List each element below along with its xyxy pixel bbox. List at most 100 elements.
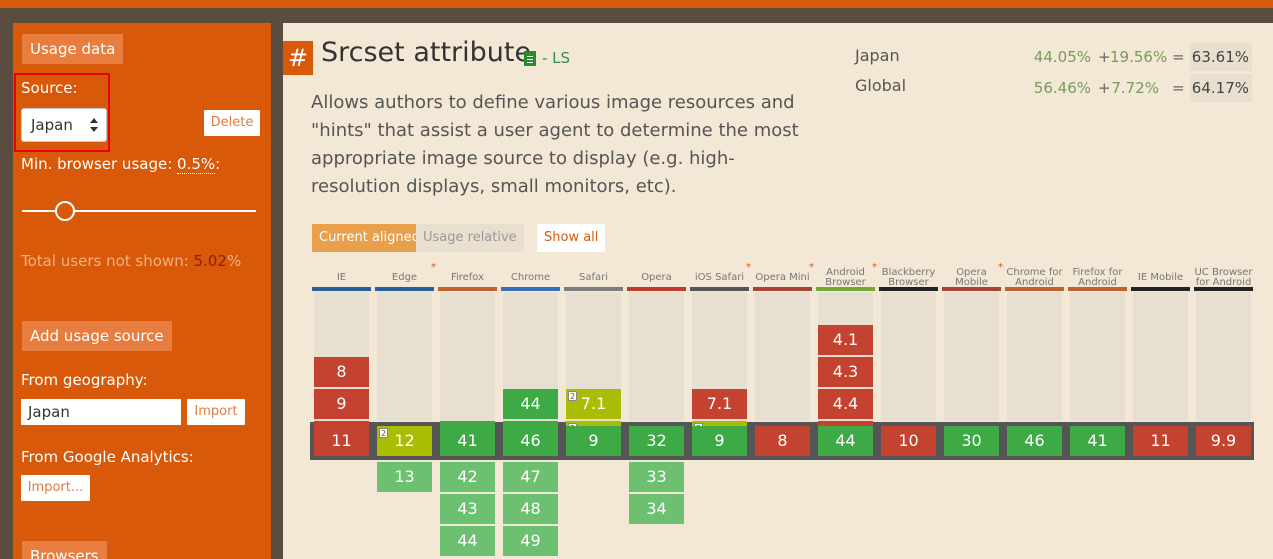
past-version-cell[interactable]: 44 (503, 389, 558, 419)
current-version-cell-label: 11 (331, 431, 352, 450)
import-analytics-button[interactable]: Import... (21, 475, 90, 501)
stat-full-japan: 44.05% (1033, 48, 1091, 66)
usage-sidebar: Usage data Source: Japan Delete Min. bro… (13, 23, 271, 559)
browser-name: Firefox (450, 272, 485, 283)
show-all-button[interactable]: Show all (537, 224, 606, 252)
min-usage-text: Min. browser usage: (21, 155, 173, 173)
geography-input[interactable]: Japan (21, 399, 181, 425)
min-usage-suffix: : (215, 155, 221, 173)
add-usage-source-heading: Add usage source (22, 321, 172, 351)
past-version-cell[interactable]: 9 (314, 389, 369, 419)
future-version-cell[interactable]: 13 (377, 462, 432, 492)
current-version-cell-label: 46 (520, 431, 541, 450)
past-versions-column (440, 292, 495, 421)
feature-description: Allows authors to define various image r… (311, 92, 799, 197)
browser-name: Chrome (510, 272, 551, 283)
stat-partial-global: 7.72% (1111, 79, 1159, 97)
not-shown-value: 5.02% (194, 252, 242, 270)
browser-name: Opera Mini (755, 272, 810, 283)
current-version-cell[interactable]: 9.9 (1196, 426, 1251, 456)
current-version-cell[interactable]: 41 (440, 426, 495, 456)
browser-note-star: * (998, 262, 1003, 273)
current-aligned-button[interactable]: Current aligned (312, 224, 427, 252)
feature-panel: # Srcset attribute - LS Allows authors t… (283, 23, 1273, 559)
usage-slider-handle[interactable] (55, 201, 75, 221)
past-versions-column (1196, 292, 1251, 421)
future-version-cell[interactable]: 44 (440, 526, 495, 556)
current-version-cell[interactable]: 44 (818, 426, 873, 456)
current-version-cell[interactable]: 32 (629, 426, 684, 456)
future-version-cell-label: 49 (520, 531, 541, 550)
current-version-cell[interactable]: 12 2 (377, 426, 432, 456)
browser-color-bar (312, 287, 371, 291)
current-version-cell-label: 11 (1150, 431, 1171, 450)
past-versions-column (1007, 292, 1062, 421)
users-not-shown: Total users not shown: 5.02% (21, 252, 241, 270)
browser-name: Safari (578, 272, 608, 283)
stat-total-japan: 63.61% (1190, 43, 1252, 71)
future-version-cell[interactable]: 49 (503, 526, 558, 556)
current-version-cell[interactable]: 8 (755, 426, 810, 456)
past-version-cell[interactable]: 8 (314, 357, 369, 387)
future-version-cell-label: 42 (457, 467, 478, 486)
current-version-cell-label: 44 (835, 431, 856, 450)
current-version-cell[interactable]: 11 (1133, 426, 1188, 456)
current-version-cell[interactable]: 9 (692, 426, 747, 456)
browser-color-bar (1068, 287, 1127, 291)
browser-name: IE (336, 272, 347, 283)
browser-color-bar (816, 287, 875, 291)
future-version-cell-label: 33 (646, 467, 667, 486)
current-version-cell[interactable]: 30 (944, 426, 999, 456)
not-shown-value-frac: 02 (207, 252, 227, 270)
note-marker: 2 (568, 391, 577, 401)
not-shown-value-whole: 5. (193, 252, 208, 270)
stat-plus-japan: + (1098, 48, 1111, 66)
stat-full-global: 56.46% (1033, 79, 1091, 97)
current-version-cell-label: 46 (1024, 431, 1045, 450)
current-version-cell[interactable]: 10 (881, 426, 936, 456)
future-version-cell[interactable]: 47 (503, 462, 558, 492)
browser-name: IE Mobile (1137, 272, 1184, 283)
past-version-cell-label: 8 (336, 362, 347, 381)
future-version-cell[interactable]: 34 (629, 494, 684, 524)
current-version-cell[interactable]: 41 (1070, 426, 1125, 456)
current-version-cell[interactable]: 11 (314, 426, 369, 456)
current-version-cell[interactable]: 46 (1007, 426, 1062, 456)
from-google-analytics-label: From Google Analytics: (21, 448, 194, 466)
current-version-cell-label: 10 (898, 431, 919, 450)
current-version-cell-label: 9.9 (1210, 431, 1237, 450)
source-select[interactable]: Japan (21, 108, 107, 142)
browser-color-bar (1005, 287, 1064, 291)
past-version-cell[interactable]: 4.3 (818, 357, 873, 387)
spec-document-icon[interactable] (524, 51, 536, 66)
past-version-cell[interactable]: 4.1 (818, 325, 873, 355)
future-version-cell[interactable]: 33 (629, 462, 684, 492)
stat-equals-global: = (1172, 79, 1185, 97)
stat-partial-japan: 19.56% (1110, 48, 1168, 66)
browser-color-bar (1131, 287, 1190, 291)
usage-data-heading: Usage data (22, 34, 124, 64)
future-version-cell[interactable]: 43 (440, 494, 495, 524)
feature-permalink[interactable]: # (283, 41, 313, 75)
past-version-cell[interactable]: 7.1 (692, 389, 747, 419)
top-bar (0, 0, 1273, 8)
current-version-cell[interactable]: 9 (566, 426, 621, 456)
future-version-cell[interactable]: 48 (503, 494, 558, 524)
min-usage-value: 0.5% (177, 155, 216, 174)
delete-button[interactable]: Delete (204, 110, 260, 136)
future-version-cell-label: 47 (520, 467, 541, 486)
current-version-cell[interactable]: 46 (503, 426, 558, 456)
past-versions-column (629, 292, 684, 421)
browser-color-bar (753, 287, 812, 291)
usage-relative-button[interactable]: Usage relative (416, 224, 524, 252)
current-version-cell-label: 9 (588, 431, 599, 450)
import-geography-button[interactable]: Import (187, 399, 245, 425)
future-version-cell-label: 48 (520, 499, 541, 518)
future-version-cell[interactable]: 42 (440, 462, 495, 492)
spec-status[interactable]: - LS (542, 49, 570, 67)
past-version-cell-label: 7.1 (706, 394, 733, 413)
browser-name: UC Browser for Android (1194, 267, 1253, 288)
past-version-cell[interactable]: 4.4 (818, 389, 873, 419)
past-version-cell[interactable]: 7.1 2 (566, 389, 621, 419)
past-versions-column (1070, 292, 1125, 421)
